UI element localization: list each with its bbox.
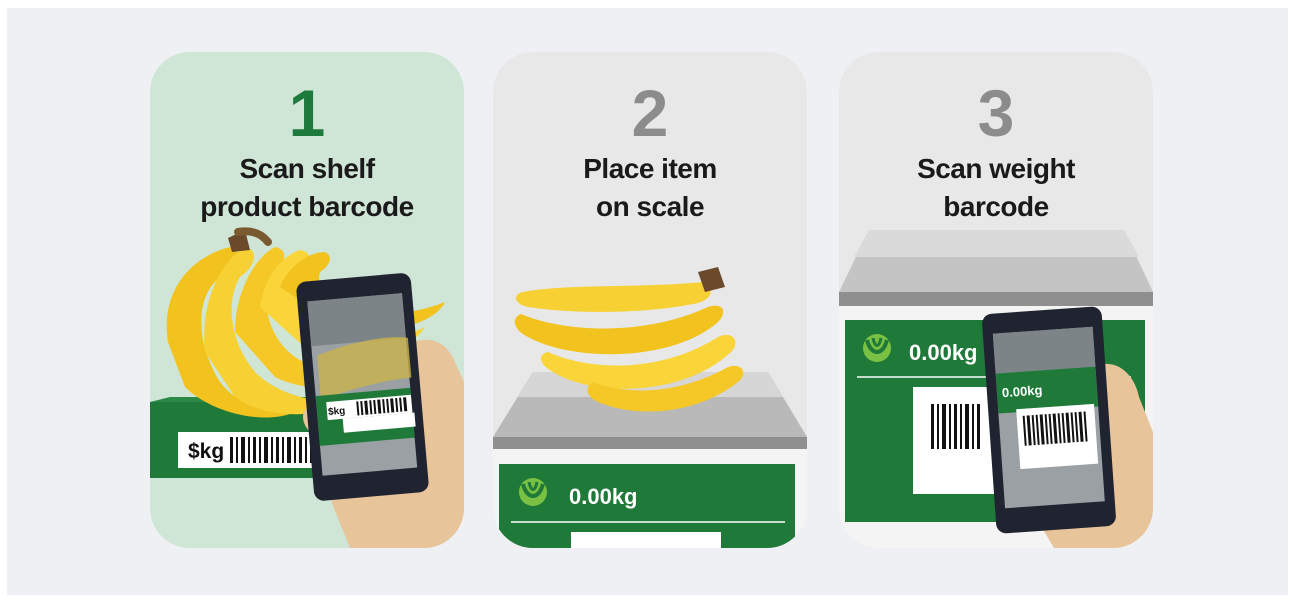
- step-number: 3: [977, 76, 1015, 150]
- smartphone-icon: [982, 306, 1116, 534]
- phone-weight-display: 0.00kg: [1001, 382, 1042, 400]
- step-title: Scan shelf product barcode: [200, 153, 414, 222]
- barcode-icon: [230, 437, 313, 463]
- step-title: Place item on scale: [583, 153, 717, 222]
- phone-price-unit: $kg: [328, 406, 346, 418]
- step-card-1: $kg $kg 1 Scan shelf product barcode: [150, 52, 464, 548]
- label-weight-display: 0.00kg: [909, 340, 978, 365]
- smartphone-icon: [296, 273, 429, 501]
- woolworths-logo-icon: [519, 478, 547, 506]
- step-card-2: 0.00kg 2 Place item on scale: [493, 52, 807, 548]
- step-card-3: 0.00kg 0.00kg 3 Scan weight barcode: [839, 52, 1153, 548]
- step-number: 2: [631, 76, 669, 150]
- step-number: 1: [288, 76, 326, 150]
- barcode-icon: [931, 404, 980, 449]
- step-title: Scan weight barcode: [917, 153, 1075, 222]
- shelf-price-unit: $kg: [188, 440, 224, 463]
- woolworths-logo-icon: [863, 334, 891, 362]
- scale-weight-display: 0.00kg: [569, 484, 638, 509]
